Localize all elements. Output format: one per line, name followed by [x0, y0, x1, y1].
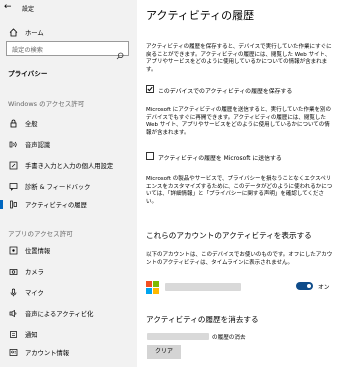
feedback-icon [9, 182, 18, 191]
accounts-heading: これらのアカウントのアクティビティを表示する [146, 231, 312, 240]
toggle-knob [307, 284, 311, 288]
sidebar: ← 設定 ホーム 設定の検索 プライバシー Windows のアクセス許可 全般 [0, 0, 137, 367]
sidebar-item-label: 位置情報 [25, 247, 51, 255]
back-button[interactable]: ← [4, 2, 12, 12]
page-title: アクティビティの履歴 [146, 9, 255, 22]
sidebar-item-notifications[interactable]: 通知 [0, 326, 137, 342]
window-title: 設定 [22, 6, 35, 13]
sidebar-item-diagnostics[interactable]: 診断 & フィードバック [0, 178, 137, 194]
clear-account-redacted [147, 333, 209, 340]
checkmark-icon [147, 86, 153, 92]
sidebar-item-label: 全般 [25, 120, 38, 128]
title-bar: ← 設定 [0, 0, 137, 16]
clear-button[interactable]: クリア [147, 345, 181, 359]
sidebar-item-general[interactable]: 全般 [0, 115, 137, 131]
sidebar-item-microphone[interactable]: マイク [0, 284, 137, 300]
sidebar-item-label: 通知 [25, 331, 38, 339]
sidebar-item-label: アクティビティの履歴 [25, 201, 87, 209]
search-input[interactable]: 設定の検索 [6, 41, 129, 60]
send-history-checkbox[interactable] [146, 152, 154, 160]
account-icon [9, 348, 18, 357]
sidebar-item-home[interactable]: ホーム [0, 24, 137, 40]
toggle-state-label: オン [318, 285, 330, 291]
privacy-info-text: Microsoft の製品やサービスで、プライバシーを損なうことなくエクスペリエ… [146, 176, 333, 205]
pen-icon [9, 161, 18, 170]
home-icon [9, 27, 18, 37]
lock-icon [9, 119, 18, 128]
sidebar-item-label: 音声認識 [25, 141, 51, 149]
speech-icon [9, 140, 18, 149]
send-history-text: Microsoft にアクティビティの履歴を送信すると、実行していた作業を別のデ… [146, 107, 331, 136]
sidebar-item-account-info[interactable]: アカウント情報 [0, 344, 137, 360]
camera-icon [9, 267, 18, 276]
store-history-label: このデバイスでのアクティビティの履歴を保存する [158, 89, 293, 95]
sidebar-item-location[interactable]: 位置情報 [0, 242, 137, 258]
section-header-windows: Windows のアクセス許可 [8, 100, 85, 108]
send-history-label: アクティビティの履歴を Microsoft に送信する [158, 156, 282, 162]
store-history-checkbox[interactable] [146, 85, 154, 93]
sidebar-item-voice-activation[interactable]: 音声によるアクティビ化 [0, 305, 137, 321]
clear-heading: アクティビティの履歴を消去する [146, 315, 259, 324]
sidebar-item-label: アカウント情報 [25, 349, 70, 357]
sidebar-item-label: 手書き入力と入力の個人用設定 [25, 162, 114, 170]
location-icon [9, 246, 18, 255]
content-pane: アクティビティの履歴 アクティビティの履歴を保存すると、デバイスで実行していた作… [137, 0, 340, 367]
voice-activation-icon [9, 309, 18, 318]
sidebar-item-inking[interactable]: 手書き入力と入力の個人用設定 [0, 157, 137, 173]
settings-window: ← 設定 ホーム 設定の検索 プライバシー Windows のアクセス許可 全般 [0, 0, 340, 367]
account-name-redacted [165, 283, 241, 291]
sidebar-item-activity-history[interactable]: アクティビティの履歴 [0, 196, 137, 212]
clear-account-label: の履歴の消去 [212, 335, 246, 341]
sidebar-item-label: 音声によるアクティビ化 [25, 310, 94, 318]
search-icon [116, 45, 124, 64]
intro-text: アクティビティの履歴を保存すると、デバイスで実行していた作業にすぐに戻ることがで… [146, 44, 332, 73]
section-header-apps: アプリのアクセス許可 [8, 230, 73, 238]
account-activity-toggle[interactable] [296, 282, 313, 290]
microphone-icon [9, 288, 18, 297]
accounts-text: 以下のアカウントは、このデバイスでお使いのものです。オフにしたアカウントのアクテ… [146, 252, 333, 266]
category-title: プライバシー [8, 70, 48, 78]
microsoft-logo-icon [146, 281, 159, 294]
sidebar-item-label: 診断 & フィードバック [25, 183, 91, 191]
search-placeholder: 設定の検索 [12, 47, 43, 54]
sidebar-item-speech[interactable]: 音声認識 [0, 136, 137, 152]
history-icon [9, 200, 18, 209]
sidebar-item-camera[interactable]: カメラ [0, 263, 137, 279]
sidebar-item-label: カメラ [25, 268, 44, 276]
notification-icon [9, 330, 18, 339]
sidebar-item-label: ホーム [25, 29, 44, 37]
sidebar-item-label: マイク [25, 289, 44, 297]
